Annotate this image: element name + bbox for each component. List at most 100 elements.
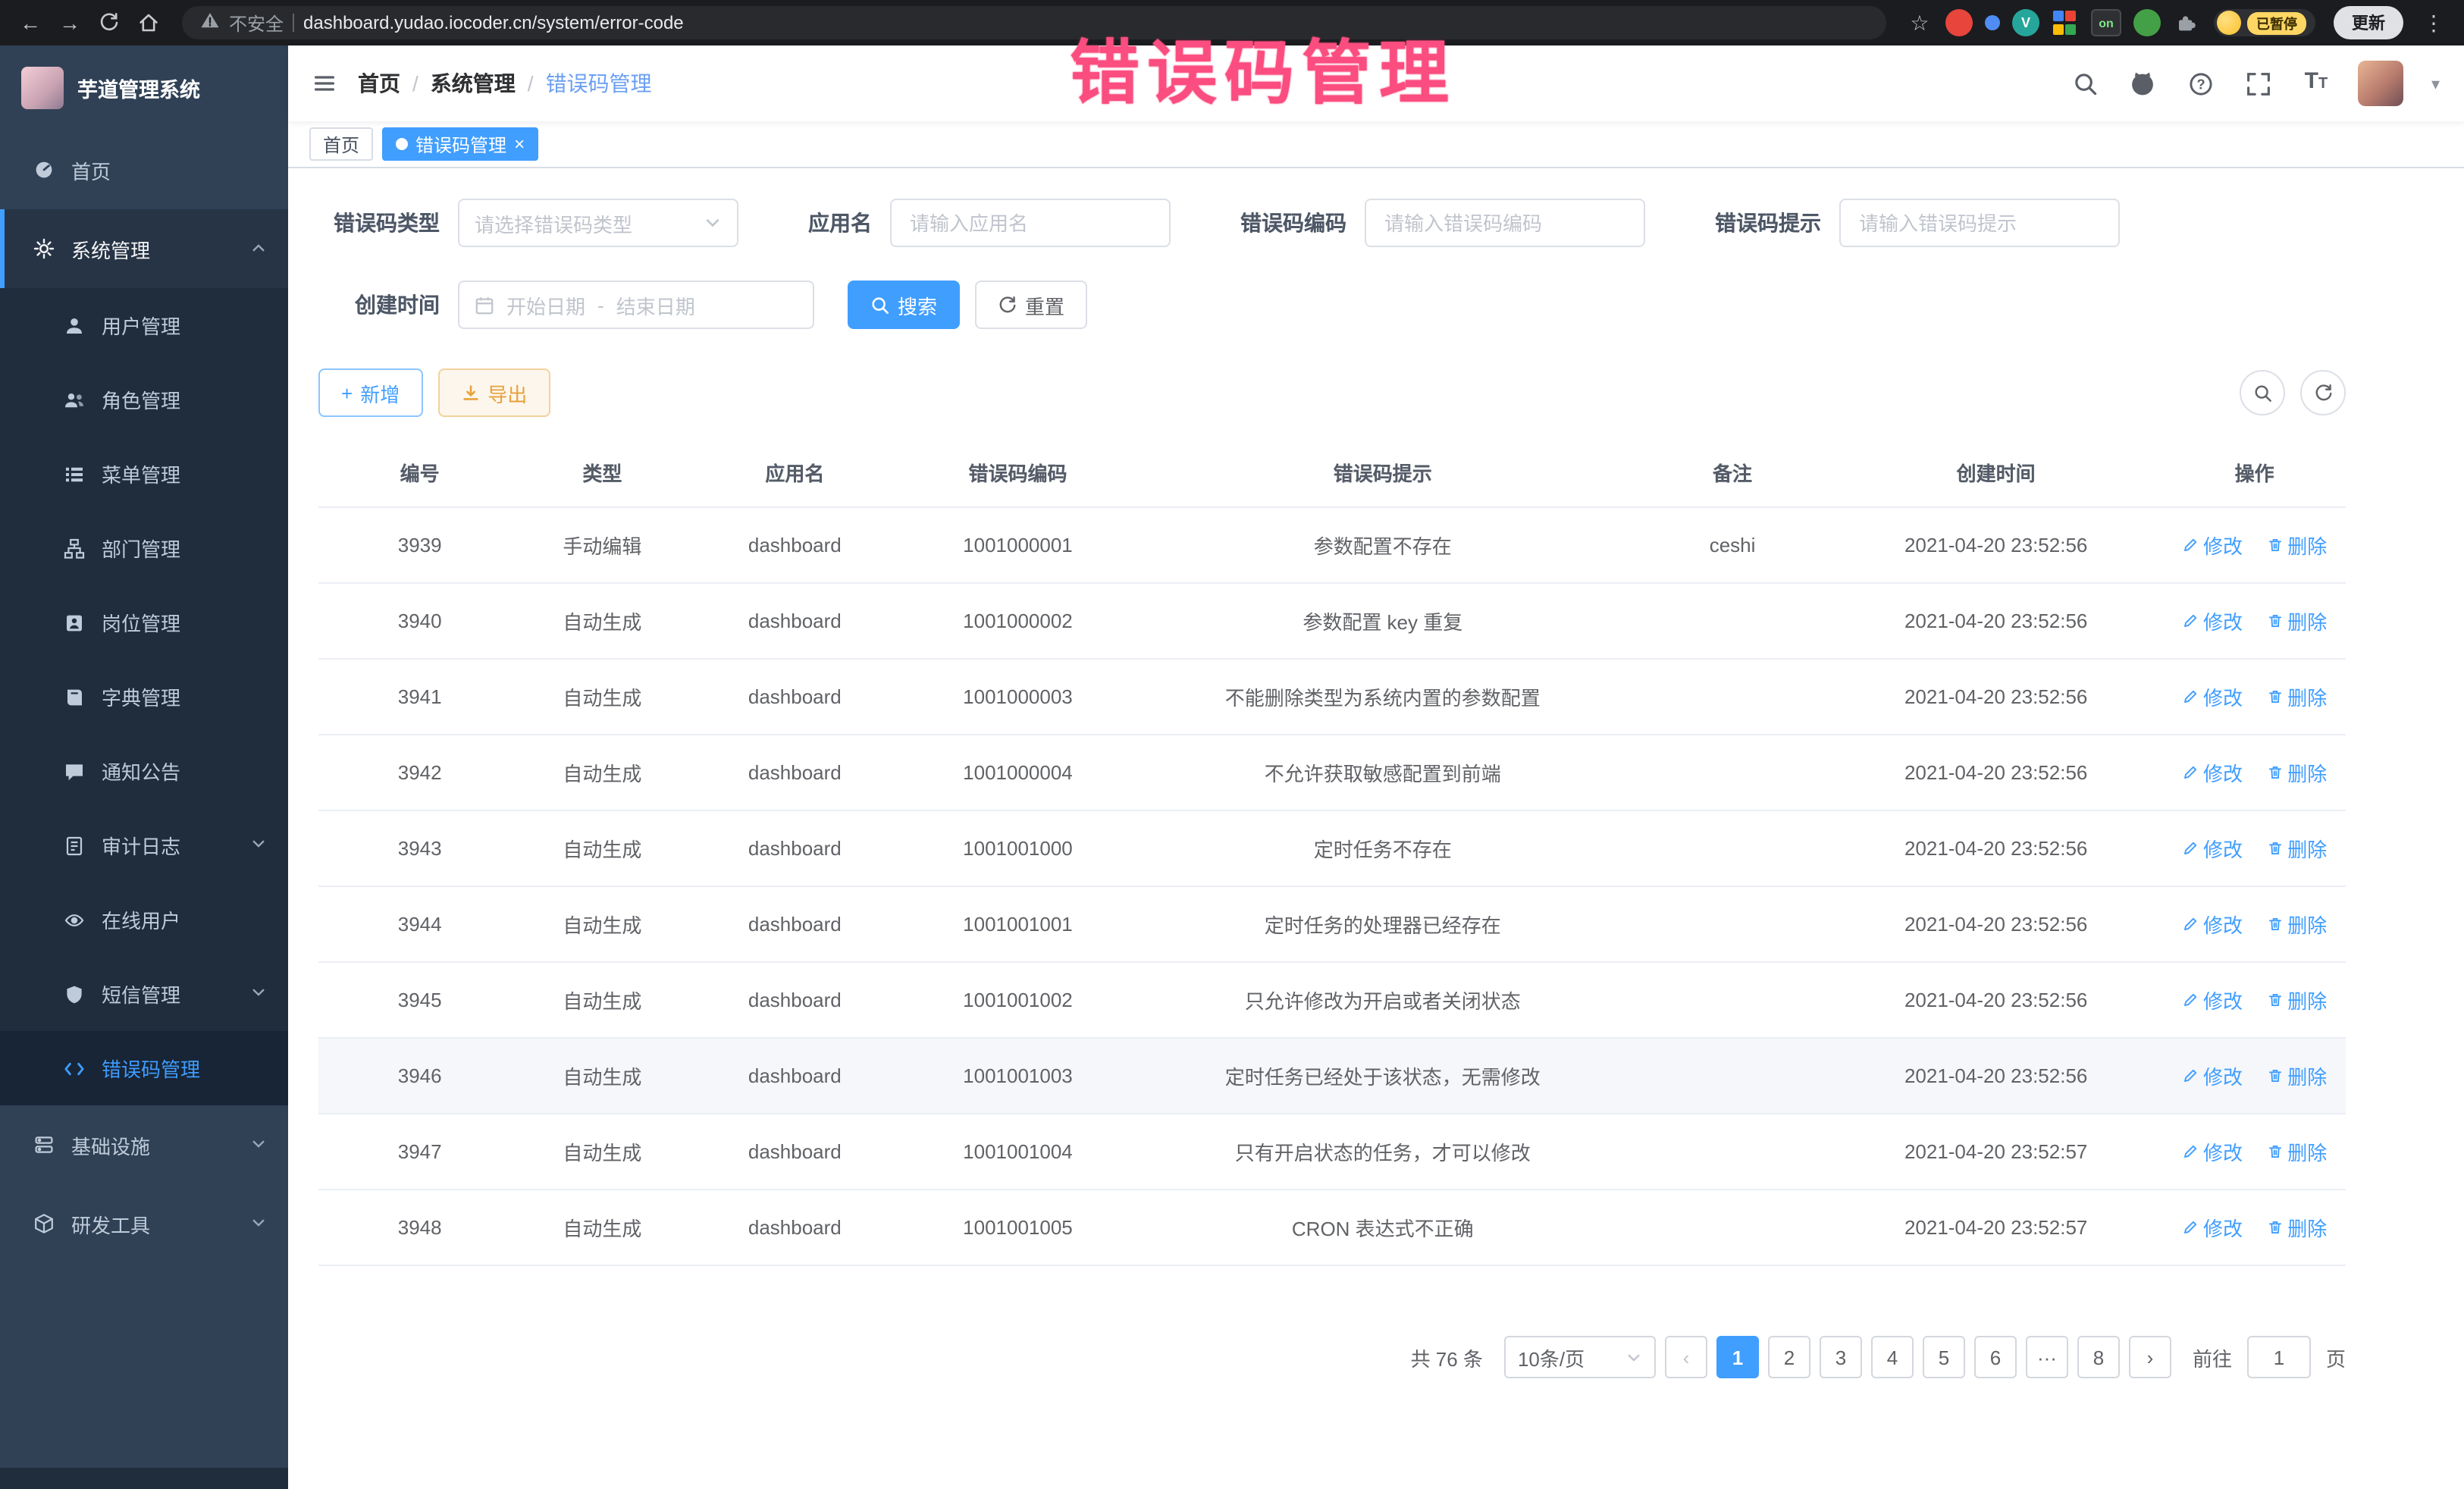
sidebar-item-online-users[interactable]: 在线用户 <box>0 882 288 957</box>
delete-button[interactable]: 删除 <box>2266 910 2327 939</box>
delete-button[interactable]: 删除 <box>2266 682 2327 711</box>
sidebar-item-user-mgmt[interactable]: 用户管理 <box>0 288 288 362</box>
toggle-search-button[interactable] <box>2240 370 2285 415</box>
error-code-input[interactable] <box>1365 199 1645 247</box>
delete-button[interactable]: 删除 <box>2266 531 2327 560</box>
sidebar-item-role-mgmt[interactable]: 角色管理 <box>0 362 288 437</box>
reset-button[interactable]: 重置 <box>975 281 1087 329</box>
end-date-placeholder: 结束日期 <box>616 290 695 319</box>
prev-page-button[interactable]: ‹ <box>1665 1336 1707 1378</box>
page-button[interactable]: 4 <box>1871 1336 1914 1378</box>
edit-button[interactable]: 修改 <box>2182 607 2243 635</box>
search-button[interactable]: 搜索 <box>848 281 960 329</box>
sidebar-item-label: 菜单管理 <box>102 459 180 488</box>
page-button[interactable]: 3 <box>1820 1336 1862 1378</box>
back-icon[interactable]: ← <box>12 5 49 41</box>
github-icon[interactable] <box>2128 68 2158 99</box>
edit-button[interactable]: 修改 <box>2182 1061 2243 1090</box>
fullscreen-icon[interactable] <box>2243 68 2274 99</box>
bookmark-star-icon[interactable]: ☆ <box>1901 5 1938 41</box>
page-button[interactable]: 6 <box>1974 1336 2017 1378</box>
url-bar[interactable]: 不安全 dashboard.yudao.iocoder.cn/system/er… <box>182 6 1886 39</box>
edit-button[interactable]: 修改 <box>2182 1137 2243 1166</box>
filter-label: 应用名 <box>808 208 872 238</box>
refresh-icon[interactable] <box>91 5 127 41</box>
page-size-select[interactable]: 10条/页 <box>1504 1336 1656 1378</box>
page-button[interactable]: ··· <box>2026 1336 2068 1378</box>
page-button[interactable]: 1 <box>1716 1336 1759 1378</box>
cell-time: 2021-04-20 23:52:57 <box>1829 1190 2163 1265</box>
date-range-picker[interactable]: 开始日期 - 结束日期 <box>458 281 814 329</box>
forward-icon[interactable]: → <box>52 5 88 41</box>
home-icon[interactable] <box>130 5 167 41</box>
extension-icon-red[interactable] <box>1945 9 1973 36</box>
sidebar-item-dev-tools[interactable]: 研发工具 <box>0 1184 288 1263</box>
page-button[interactable]: 5 <box>1923 1336 1965 1378</box>
tab-home[interactable]: 首页 <box>309 127 373 161</box>
sidebar-item-audit-log[interactable]: 审计日志 <box>0 808 288 882</box>
extension-icon-blue-dot[interactable] <box>1985 15 2000 30</box>
breadcrumb-home[interactable]: 首页 <box>358 68 400 99</box>
extension-icon-grid[interactable] <box>2052 9 2079 36</box>
sidebar-item-dict-mgmt[interactable]: 字典管理 <box>0 660 288 734</box>
extension-icon-on[interactable]: on <box>2091 9 2121 36</box>
sidebar-item-dept-mgmt[interactable]: 部门管理 <box>0 511 288 585</box>
breadcrumb-system[interactable]: 系统管理 <box>431 68 516 99</box>
edit-button[interactable]: 修改 <box>2182 758 2243 787</box>
sidebar-item-home[interactable]: 首页 <box>0 130 288 209</box>
next-page-button[interactable]: › <box>2129 1336 2171 1378</box>
column-header-app: 应用名 <box>683 438 906 507</box>
browser-update-button[interactable]: 更新 <box>2334 6 2403 39</box>
add-button[interactable]: + 新增 <box>318 368 422 417</box>
close-icon[interactable]: × <box>514 135 525 153</box>
app-name-input[interactable] <box>890 199 1171 247</box>
sidebar-item-error-code-mgmt[interactable]: 错误码管理 <box>0 1031 288 1105</box>
error-type-select[interactable]: 请选择错误码类型 <box>458 199 738 247</box>
delete-button[interactable]: 删除 <box>2266 1213 2327 1242</box>
delete-button[interactable]: 删除 <box>2266 1061 2327 1090</box>
sidebar-item-sms-mgmt[interactable]: 短信管理 <box>0 957 288 1031</box>
extensions-puzzle-icon[interactable] <box>2168 5 2205 41</box>
extension-icon-v[interactable]: V <box>2012 9 2039 36</box>
sidebar-item-notice[interactable]: 通知公告 <box>0 734 288 808</box>
browser-menu-kebab-icon[interactable]: ⋮ <box>2415 5 2452 41</box>
refresh-table-button[interactable] <box>2300 370 2346 415</box>
sidebar-item-system[interactable]: 系统管理 <box>0 209 288 288</box>
delete-button[interactable]: 删除 <box>2266 607 2327 635</box>
edit-button[interactable]: 修改 <box>2182 682 2243 711</box>
active-tab-dot-icon <box>396 138 408 150</box>
page-button[interactable]: 2 <box>1768 1336 1810 1378</box>
delete-button[interactable]: 删除 <box>2266 986 2327 1014</box>
cell-remark <box>1636 659 1829 735</box>
user-avatar[interactable] <box>2359 61 2404 106</box>
delete-button[interactable]: 删除 <box>2266 1137 2327 1166</box>
font-size-icon[interactable]: TT <box>2301 68 2331 99</box>
avatar-caret-down-icon[interactable]: ▾ <box>2431 74 2440 93</box>
collapse-sidebar-icon[interactable] <box>312 71 337 96</box>
chevron-up-icon <box>250 237 267 260</box>
sidebar-item-menu-mgmt[interactable]: 菜单管理 <box>0 437 288 511</box>
delete-button[interactable]: 删除 <box>2266 758 2327 787</box>
delete-button[interactable]: 删除 <box>2266 834 2327 863</box>
edit-button[interactable]: 修改 <box>2182 834 2243 863</box>
edit-button[interactable]: 修改 <box>2182 1213 2243 1242</box>
table-row: 3946 自动生成 dashboard 1001001003 定时任务已经处于该… <box>318 1038 2346 1114</box>
export-button[interactable]: 导出 <box>437 368 550 417</box>
sidebar-item-post-mgmt[interactable]: 岗位管理 <box>0 585 288 660</box>
logo[interactable]: 芋道管理系统 <box>0 45 288 130</box>
extension-icon-green[interactable] <box>2133 9 2161 36</box>
jump-page-input[interactable] <box>2247 1336 2311 1378</box>
edit-button[interactable]: 修改 <box>2182 531 2243 560</box>
help-icon[interactable]: ? <box>2186 68 2216 99</box>
edit-button[interactable]: 修改 <box>2182 986 2243 1014</box>
tab-error-code[interactable]: 错误码管理 × <box>382 127 538 161</box>
filter-form-row-1: 错误码类型 请选择错误码类型 应用名 错误码编码 <box>318 199 2346 247</box>
search-icon[interactable] <box>2071 68 2101 99</box>
cell-time: 2021-04-20 23:52:56 <box>1829 659 2163 735</box>
sidebar-item-infra[interactable]: 基础设施 <box>0 1105 288 1184</box>
page-button[interactable]: 8 <box>2077 1336 2120 1378</box>
cell-message: 只有开启状态的任务，才可以修改 <box>1130 1114 1637 1190</box>
error-message-input[interactable] <box>1839 199 2120 247</box>
edit-button[interactable]: 修改 <box>2182 910 2243 939</box>
browser-profile-chip[interactable]: 已暂停 <box>2214 9 2315 36</box>
